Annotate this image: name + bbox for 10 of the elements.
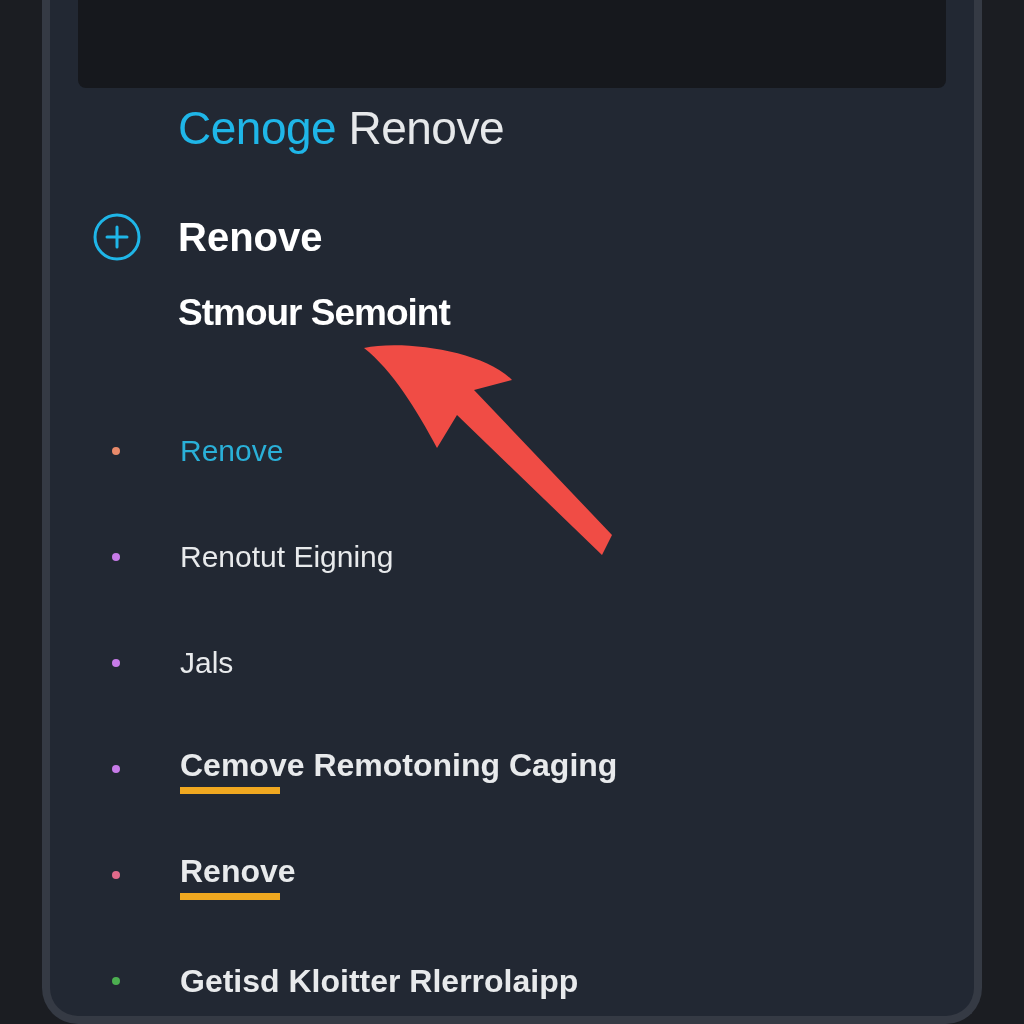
list-item[interactable]: Renotut Eigning [180,537,394,577]
list-item[interactable]: Jals [180,643,234,683]
add-icon[interactable] [92,212,142,262]
list-item[interactable]: Renove [180,431,284,471]
app-title: Cenoge Renove [178,101,505,156]
list-item[interactable]: Renove [180,850,296,891]
subheading: Stmour Semoint [178,291,452,335]
list-item[interactable]: Cemove Remotoning Caging [180,744,618,785]
list-item[interactable]: Getisd Kloitter Rlerrolaipp [180,961,579,1001]
heading: Renove [178,214,323,261]
